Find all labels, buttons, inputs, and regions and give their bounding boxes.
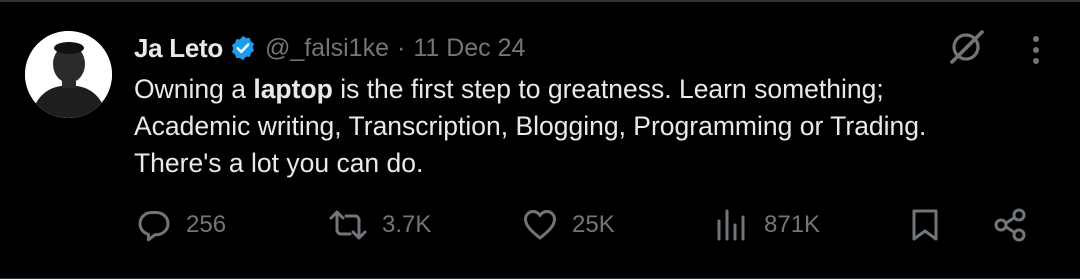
grok-icon[interactable]: [946, 29, 986, 65]
share-button[interactable]: [992, 200, 1028, 250]
author-handle[interactable]: @_falsi1ke: [265, 34, 389, 63]
top-divider: [0, 0, 1080, 2]
reply-button[interactable]: 256: [136, 200, 226, 250]
tweet-line-1: Owning a laptop is the first step to gre…: [134, 74, 884, 104]
separator-dot: ·: [397, 33, 406, 62]
tweet-text: Owning a laptop is the first step to gre…: [134, 71, 1034, 182]
bookmark-icon: [912, 209, 938, 241]
reply-icon: [138, 211, 170, 242]
tweet-line-2: Academic writing, Transcription, Bloggin…: [134, 111, 927, 141]
tweet-date[interactable]: 11 Dec 24: [413, 34, 525, 63]
like-count: 25K: [572, 211, 615, 238]
avatar[interactable]: [25, 31, 112, 118]
action-bar: 256 3.7K 25K 871K: [0, 200, 1080, 250]
share-icon: [994, 208, 1026, 242]
repost-icon: [329, 210, 367, 240]
verified-badge-icon: [229, 34, 257, 62]
bookmark-button[interactable]: [909, 200, 941, 250]
reply-count: 256: [186, 211, 227, 238]
repost-button[interactable]: 3.7K: [328, 200, 431, 250]
like-button[interactable]: 25K: [522, 200, 615, 250]
author-name[interactable]: Ja Leto: [134, 33, 223, 64]
avatar-image: [25, 31, 112, 118]
tweet-header: Ja Leto @_falsi1ke · 11 Dec 24: [134, 30, 525, 66]
heart-icon: [524, 210, 556, 240]
tweet-line-3: There's a lot you can do.: [134, 148, 424, 178]
bold-word: laptop: [253, 74, 333, 104]
repost-count: 3.7K: [382, 211, 432, 238]
more-vertical-icon[interactable]: [1022, 33, 1050, 67]
views-icon: [717, 209, 745, 241]
views-count: 871K: [764, 211, 821, 238]
views-button[interactable]: 871K: [714, 200, 820, 250]
